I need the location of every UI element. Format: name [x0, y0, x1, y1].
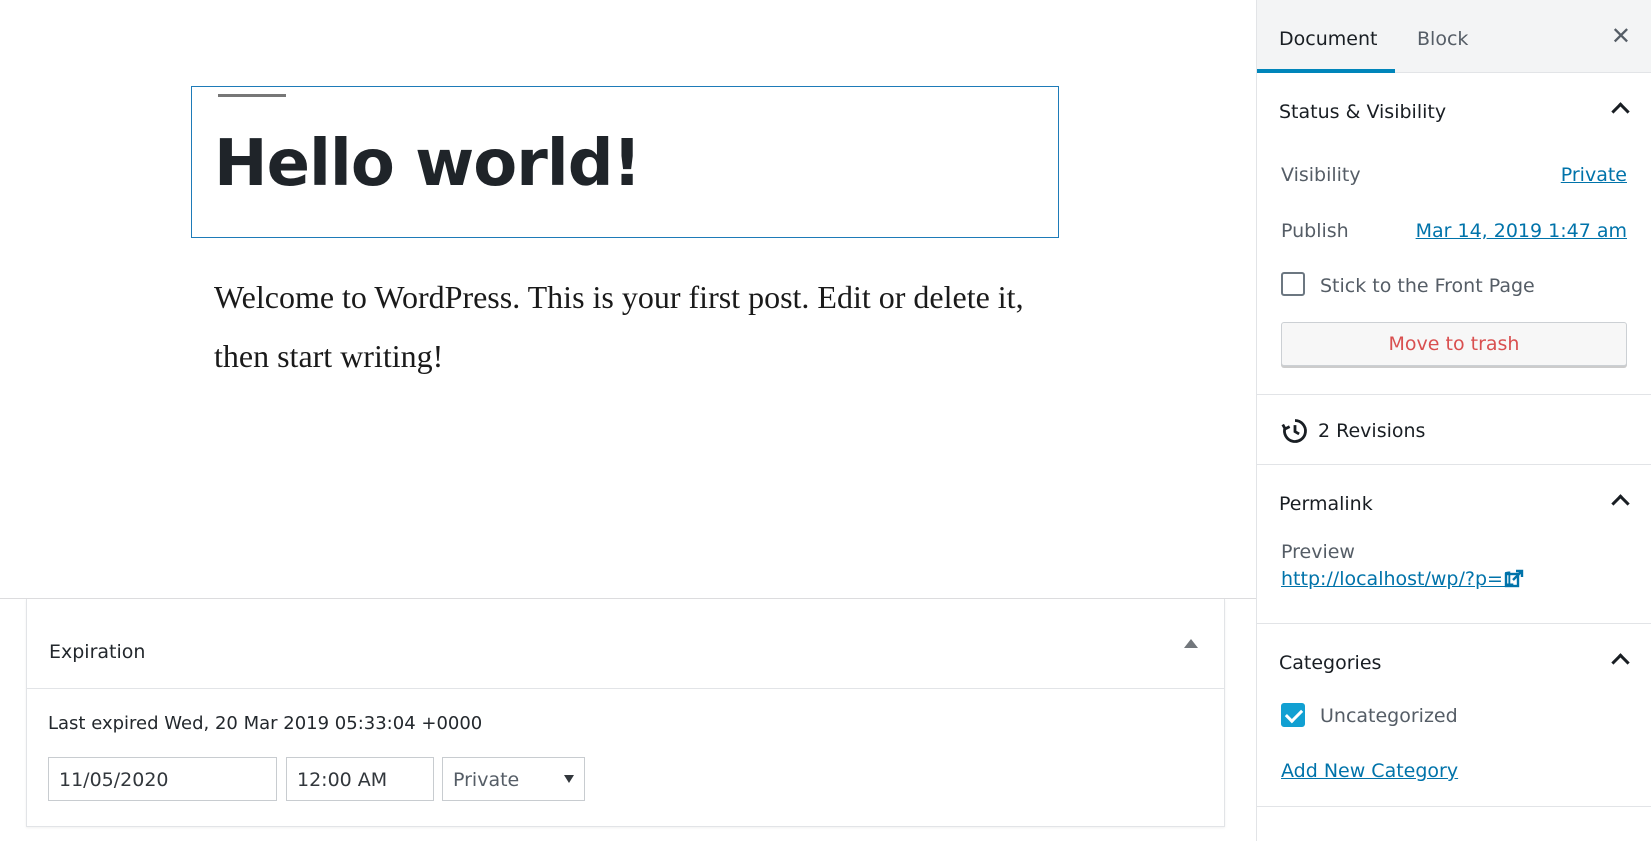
status-visibility-header[interactable]: Status & Visibility	[1257, 73, 1651, 147]
stick-front-page-checkbox[interactable]	[1281, 272, 1305, 296]
expiration-status-select[interactable]: Private	[442, 757, 585, 801]
paragraph-block[interactable]: Welcome to WordPress. This is your first…	[214, 268, 1034, 386]
add-new-category-link[interactable]: Add New Category	[1281, 760, 1458, 782]
publish-label: Publish	[1281, 220, 1349, 242]
revisions-panel[interactable]: 2 Revisions	[1257, 395, 1651, 465]
block-toolbar-indicator	[218, 94, 286, 97]
chevron-up-icon[interactable]	[1611, 653, 1630, 672]
expiration-date-input[interactable]: 11/05/2020	[48, 757, 277, 801]
status-visibility-panel: Status & Visibility Visibility Private P…	[1257, 73, 1651, 395]
expiration-title: Expiration	[49, 641, 146, 663]
tab-document[interactable]: Document	[1257, 0, 1395, 73]
post-title[interactable]: Hello world!	[214, 127, 642, 201]
visibility-link[interactable]: Private	[1561, 164, 1627, 186]
stick-front-page-label[interactable]: Stick to the Front Page	[1320, 275, 1535, 297]
settings-sidebar: Document Block ✕ Status & Visibility Vis…	[1256, 0, 1651, 841]
publish-date-link[interactable]: Mar 14, 2019 1:47 am	[1416, 220, 1627, 242]
post-title-block[interactable]: Hello world!	[191, 86, 1059, 238]
revisions-link[interactable]: 2 Revisions	[1318, 420, 1425, 442]
expiration-metabox-header[interactable]: Expiration	[27, 599, 1224, 689]
chevron-up-icon[interactable]	[1611, 494, 1630, 513]
categories-header[interactable]: Categories	[1257, 624, 1651, 698]
tab-block[interactable]: Block	[1395, 0, 1505, 73]
dropdown-caret-icon	[564, 775, 574, 783]
categories-title: Categories	[1279, 652, 1382, 674]
categories-panel: Categories Uncategorized Add New Categor…	[1257, 624, 1651, 807]
move-to-trash-button[interactable]: Move to trash	[1281, 322, 1627, 366]
permalink-panel: Permalink Preview http://localhost/wp/?p…	[1257, 465, 1651, 624]
history-icon	[1281, 419, 1307, 443]
close-icon[interactable]: ✕	[1611, 24, 1631, 48]
last-expired-text: Last expired Wed, 20 Mar 2019 05:33:04 +…	[48, 713, 483, 734]
expiration-metabox: Expiration Last expired Wed, 20 Mar 2019…	[26, 599, 1225, 827]
visibility-label: Visibility	[1281, 164, 1361, 186]
category-label-uncategorized[interactable]: Uncategorized	[1320, 705, 1458, 727]
metabox-area: Expiration Last expired Wed, 20 Mar 2019…	[0, 598, 1256, 841]
editor-canvas: Hello world! Welcome to WordPress. This …	[0, 0, 1256, 841]
permalink-url-link[interactable]: http://localhost/wp/?p=1	[1281, 568, 1515, 590]
external-link-icon[interactable]	[1504, 569, 1524, 589]
preview-label: Preview	[1281, 541, 1355, 563]
chevron-up-icon[interactable]	[1611, 102, 1630, 121]
category-checkbox-uncategorized[interactable]	[1281, 703, 1305, 727]
expiration-time-input[interactable]: 12:00 AM	[286, 757, 434, 801]
sidebar-tabs: Document Block ✕	[1257, 0, 1651, 73]
permalink-title: Permalink	[1279, 493, 1373, 515]
expiration-status-value: Private	[453, 769, 520, 791]
status-visibility-title: Status & Visibility	[1279, 101, 1447, 123]
collapse-toggle-icon[interactable]	[1184, 639, 1198, 648]
permalink-header[interactable]: Permalink	[1257, 465, 1651, 539]
